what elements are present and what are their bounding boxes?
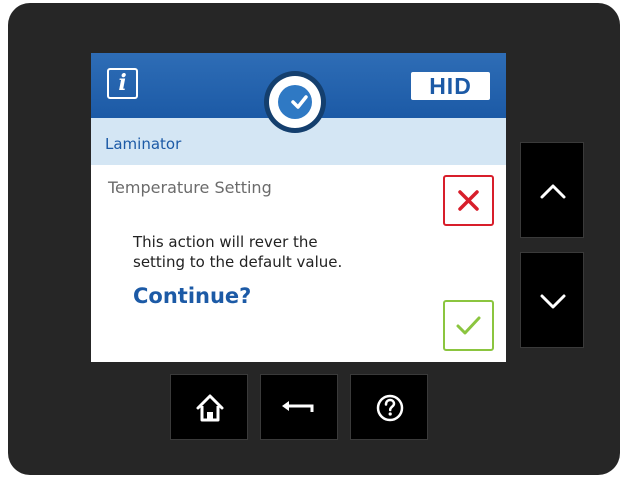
checkmark-icon <box>456 316 481 335</box>
chevron-up-icon <box>540 184 566 199</box>
confirm-button[interactable] <box>443 300 494 351</box>
scroll-up-button[interactable] <box>520 142 584 238</box>
scroll-down-button[interactable] <box>520 252 584 348</box>
setting-name: Temperature Setting <box>108 178 272 197</box>
home-icon <box>196 394 224 422</box>
message-line-2: setting to the default value. <box>133 253 343 271</box>
help-button[interactable] <box>350 374 428 440</box>
cancel-button[interactable] <box>443 175 494 226</box>
section-title: Laminator <box>105 135 182 153</box>
help-icon <box>376 394 404 422</box>
info-icon[interactable]: i <box>107 68 138 99</box>
back-arrow-icon <box>282 401 314 412</box>
hid-logo: HID <box>411 72 490 100</box>
back-button[interactable] <box>260 374 338 440</box>
dialog-message: This action will rever the setting to th… <box>133 232 393 272</box>
check-circle-icon <box>264 71 326 133</box>
chevron-down-icon <box>540 294 566 309</box>
display-screen: i HID Laminator Temperature Setting This… <box>91 53 506 362</box>
x-icon <box>458 190 479 211</box>
continue-prompt: Continue? <box>133 284 252 308</box>
home-button[interactable] <box>170 374 248 440</box>
message-line-1: This action will rever the <box>133 233 318 251</box>
